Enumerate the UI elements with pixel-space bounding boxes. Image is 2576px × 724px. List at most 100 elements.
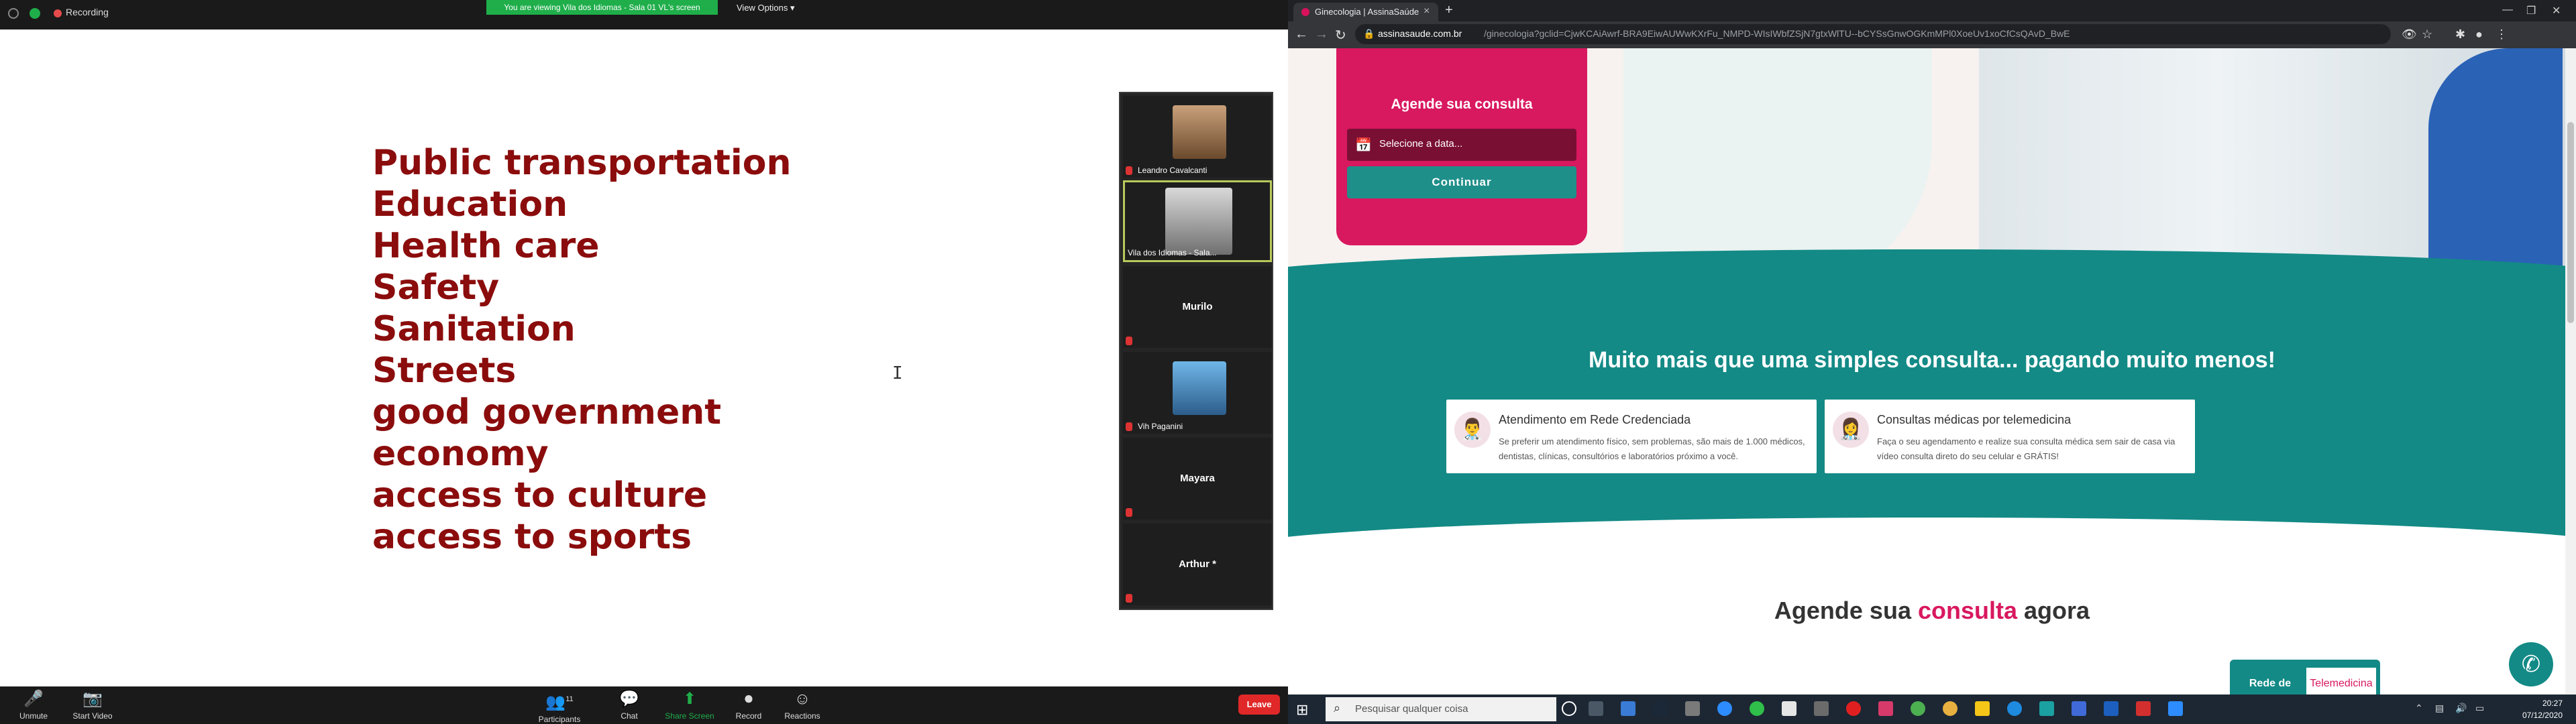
bookmark-star-icon[interactable]: ☆ [2422,27,2432,42]
slide-line: good government [372,392,722,432]
tracking-icon[interactable]: 👁 [2402,27,2417,42]
text-cursor-icon: I [892,363,903,383]
start-video-button[interactable]: 📷 Start Video [59,688,126,721]
participant-name: Mayara [1180,473,1215,484]
network-icon[interactable]: ▤ [2435,703,2444,714]
folder-icon[interactable] [1975,701,1990,716]
taskbar-search[interactable]: ⌕ Pesquisar qualquer coisa [1326,697,1556,721]
opera-icon[interactable] [1846,701,1861,716]
participant-tile[interactable]: Leandro Cavalcanti [1123,96,1272,178]
calendar-icon: 📅 [1355,138,1372,153]
store-icon[interactable] [1782,701,1796,716]
feature-title: Atendimento em Rede Credenciada [1499,413,1691,426]
app-icon[interactable] [1717,701,1732,716]
slide-line: Sanitation [372,309,576,349]
edge-icon[interactable] [2007,701,2022,716]
forward-icon[interactable]: → [1315,27,1328,42]
view-options-button[interactable]: View Options ▾ [737,3,795,13]
unmute-button[interactable]: 🎤 Unmute [0,688,67,721]
chevron-up-icon[interactable]: ⌃ [2415,703,2423,714]
reactions-label: Reactions [784,711,820,721]
slide-line: Health care [372,226,600,266]
app-icon[interactable] [2072,701,2086,716]
slide-line: access to sports [372,517,692,557]
web-page: Agende sua consulta 📅 Selecione a data..… [1288,48,2576,700]
volume-icon[interactable]: 🔊 [2455,703,2467,714]
shield-icon[interactable] [30,8,40,19]
unmute-label: Unmute [19,711,48,721]
participant-tile[interactable]: Murilo [1123,266,1272,348]
battery-icon[interactable]: ▭ [2475,703,2484,714]
participant-gallery[interactable]: Leandro Cavalcanti Vila dos Idiomas - Sa… [1119,92,1273,610]
profile-icon[interactable]: ● [2475,27,2483,42]
app-icon[interactable] [1911,701,1925,716]
reload-icon[interactable]: ↻ [1335,27,1346,44]
scrollbar[interactable] [2565,48,2576,700]
app-icon[interactable] [2136,701,2151,716]
continue-button[interactable]: Continuar [1347,166,1576,198]
new-tab-button[interactable]: + [1445,3,1453,18]
cortana-icon[interactable] [1562,701,1576,716]
browser-tab[interactable]: Ginecologia | AssinaSaúde × [1293,3,1438,21]
info-icon[interactable] [8,8,19,19]
scroll-thumb[interactable] [2567,122,2574,323]
taskbar-clock[interactable]: 20:27 07/12/2020 [2522,697,2563,721]
maximize-icon[interactable]: ❐ [2526,4,2536,17]
schedule-title-pre: Agende sua [1774,597,1918,624]
minimize-icon[interactable]: — [2502,4,2513,16]
windows-taskbar: ⊞ ⌕ Pesquisar qualquer coisa ⌃ ▤ 🔊 ▭ 20:… [1288,695,2576,724]
feature-desc: Faça o seu agendamento e realize sua con… [1877,436,2176,461]
windows-start-icon[interactable]: ⊞ [1296,701,1308,719]
app-icon[interactable] [1814,701,1829,716]
app-icon[interactable] [1878,701,1893,716]
share-screen-label: Share Screen [665,711,714,721]
extensions-icon[interactable]: ✱ [2455,27,2465,42]
chat-label: Chat [621,711,638,721]
muted-mic-icon [1126,594,1132,603]
share-screen-icon: ⬆ [682,690,697,708]
participants-count: 11 [566,695,574,703]
video-feed [1165,188,1232,255]
app-icon[interactable] [2039,701,2054,716]
mail-icon[interactable] [1621,701,1635,716]
participant-name: Arthur * [1179,558,1216,570]
participant-tile-active[interactable]: Vila dos Idiomas - Sala... [1123,180,1272,262]
close-window-icon[interactable]: ✕ [2552,4,2561,17]
section-title: Muito mais que uma simples consulta... p… [1589,347,2275,373]
leave-button[interactable]: Leave [1238,695,1280,715]
date-input[interactable]: 📅 Selecione a data... [1347,129,1576,161]
steam-icon[interactable] [1653,701,1668,716]
app-icon[interactable] [1685,701,1700,716]
wave-divider [1288,518,2576,585]
tab-title: Ginecologia | AssinaSaúde [1315,7,1419,17]
feature-card: 👩‍⚕ Consultas médicas por telemedicina F… [1825,400,2195,473]
url-path: /ginecologia?gclid=CjwKCAiAwrf-BRA9EiwAU… [1484,28,2070,39]
participant-tile[interactable]: Vih Paganini [1123,352,1272,434]
vscode-icon[interactable] [2104,701,2118,716]
task-view-icon[interactable] [1589,701,1603,716]
zoom-top-bar: Recording You are viewing Vila dos Idiom… [0,0,1288,29]
close-tab-icon[interactable]: × [1424,5,1430,17]
address-bar[interactable]: 🔒 assinasaude.com.br /ginecologia?gclid=… [1355,24,2391,44]
booking-card: Agende sua consulta 📅 Selecione a data..… [1336,48,1587,245]
participants-button[interactable]: 👥11 Participants [526,688,593,724]
schedule-title-post: agora [2017,597,2090,624]
recording-icon [54,9,62,17]
whatsapp-button[interactable]: ✆ [2509,642,2553,686]
date-placeholder: Selecione a data... [1379,138,1463,149]
zoom-icon[interactable] [2168,701,2183,716]
chat-button[interactable]: 💬 Chat [596,688,663,721]
participant-tile[interactable]: Arthur * [1123,524,1272,605]
whatsapp-app-icon[interactable] [1750,701,1764,716]
share-screen-button[interactable]: ⬆ Share Screen [656,688,723,721]
participant-tile[interactable]: Mayara [1123,438,1272,520]
doctor-icon: 👨‍⚕ [1454,412,1491,448]
back-icon[interactable]: ← [1295,27,1308,42]
muted-mic-icon: 🎤 [23,690,44,708]
reactions-button[interactable]: ☺ Reactions [769,688,836,721]
avatar [1173,361,1226,415]
menu-icon[interactable]: ⋮ [2496,27,2508,42]
chrome-icon[interactable] [1943,701,1957,716]
telemedicine-icon: 👩‍⚕ [1833,412,1869,448]
muted-mic-icon [1126,422,1132,431]
